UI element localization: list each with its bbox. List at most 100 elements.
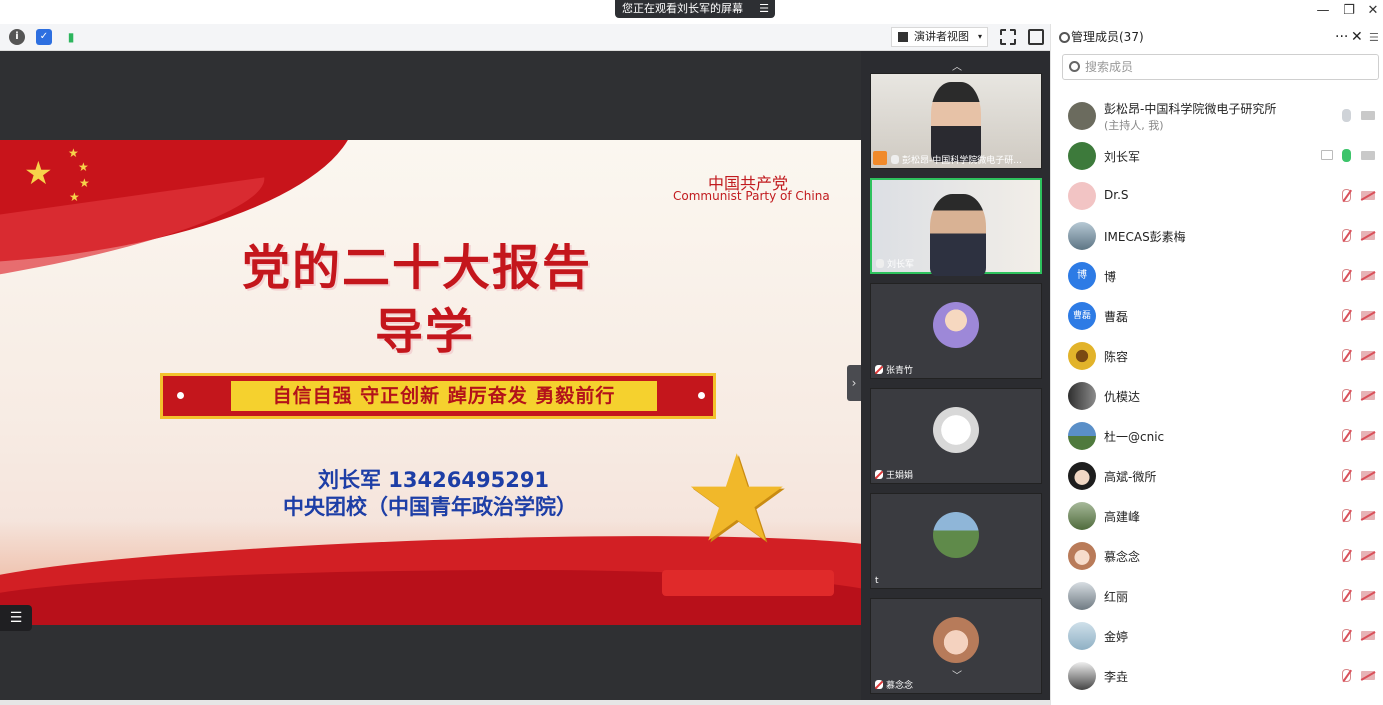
participants-panel: 管理成员(37) ··· ✕ ☰ 搜索成员 彭松昂-中国科学院微电子研究所 (主… bbox=[1050, 24, 1383, 705]
member-row[interactable]: 慕念念 bbox=[1051, 536, 1383, 576]
video-tile[interactable]: 彭松昂-中国科学院微电子研... bbox=[870, 73, 1042, 169]
mic-muted-icon[interactable] bbox=[1342, 629, 1351, 642]
member-row[interactable]: 高斌-微所 bbox=[1051, 456, 1383, 496]
avatar bbox=[1068, 102, 1096, 130]
member-row[interactable]: 金婷 bbox=[1051, 616, 1383, 656]
collapse-strip-button[interactable]: › bbox=[847, 365, 861, 401]
people-icon bbox=[1059, 32, 1070, 43]
restore-button[interactable]: ❐ bbox=[1339, 2, 1359, 20]
video-off-icon[interactable] bbox=[1361, 671, 1375, 680]
video-off-icon[interactable] bbox=[1361, 551, 1375, 560]
member-row[interactable]: Dr.S bbox=[1051, 176, 1383, 216]
video-off-icon[interactable] bbox=[1361, 431, 1375, 440]
signal-bars-icon[interactable]: ▮ bbox=[63, 29, 79, 45]
member-name: 曹磊 bbox=[1104, 310, 1129, 324]
participant-video bbox=[931, 82, 981, 162]
menu-lines-icon[interactable]: ☰ bbox=[759, 0, 769, 18]
member-row[interactable]: 红丽 bbox=[1051, 576, 1383, 616]
more-options-button[interactable]: ··· bbox=[1335, 24, 1348, 51]
video-icon[interactable] bbox=[1361, 111, 1375, 120]
sidebar-layout-icon[interactable] bbox=[1028, 29, 1044, 45]
tile-name: 张青竹 bbox=[875, 363, 913, 376]
member-name: 陈容 bbox=[1104, 350, 1129, 364]
video-off-icon[interactable] bbox=[1361, 391, 1375, 400]
tile-name: 刘长军 bbox=[876, 257, 914, 270]
member-name: 高建峰 bbox=[1104, 510, 1141, 524]
mic-muted-icon[interactable] bbox=[1342, 309, 1351, 322]
member-name: 博 bbox=[1104, 270, 1117, 284]
mic-muted-icon[interactable] bbox=[1342, 589, 1351, 602]
mic-active-icon[interactable] bbox=[1342, 149, 1351, 162]
mic-muted-icon[interactable] bbox=[1342, 429, 1351, 442]
mic-icon[interactable] bbox=[1342, 109, 1351, 122]
avatar bbox=[1068, 462, 1096, 490]
video-off-icon[interactable] bbox=[1361, 471, 1375, 480]
member-name: 高斌-微所 bbox=[1104, 470, 1157, 484]
member-row[interactable]: 李垚 bbox=[1051, 656, 1383, 696]
shield-icon[interactable]: ✓ bbox=[36, 29, 52, 45]
member-name: 慕念念 bbox=[1104, 550, 1141, 564]
mic-muted-icon[interactable] bbox=[1342, 229, 1351, 242]
member-row[interactable]: IMECAS彭素梅 bbox=[1051, 216, 1383, 256]
view-mode-label: 演讲者视图 bbox=[914, 30, 969, 43]
avatar bbox=[1068, 382, 1096, 410]
member-row[interactable]: 陈容 bbox=[1051, 336, 1383, 376]
list-icon[interactable]: ☰ bbox=[0, 605, 32, 631]
mic-muted-icon[interactable] bbox=[1342, 469, 1351, 482]
member-row[interactable]: 刘长军 bbox=[1051, 136, 1383, 176]
video-off-icon[interactable] bbox=[1361, 271, 1375, 280]
mic-muted-icon[interactable] bbox=[1342, 549, 1351, 562]
video-icon[interactable] bbox=[1361, 151, 1375, 160]
video-off-icon[interactable] bbox=[1361, 231, 1375, 240]
member-row[interactable]: 高建峰 bbox=[1051, 496, 1383, 536]
host-icon bbox=[873, 151, 887, 165]
motto-banner: 自信自强 守正创新 踔厉奋发 勇毅前行 bbox=[160, 373, 716, 419]
party-name-en: Communist Party of China bbox=[673, 189, 830, 203]
mic-muted-icon[interactable] bbox=[1342, 389, 1351, 402]
video-tile[interactable]: 张青竹 bbox=[870, 283, 1042, 379]
close-window-button[interactable]: ✕ bbox=[1363, 2, 1383, 20]
video-off-icon[interactable] bbox=[1361, 311, 1375, 320]
video-off-icon[interactable] bbox=[1361, 631, 1375, 640]
avatar: 曹磊 bbox=[1068, 302, 1096, 330]
star-icon: ★ bbox=[79, 176, 90, 190]
video-tile[interactable]: t bbox=[870, 493, 1042, 589]
speaker-school: 中央团校（中国青年政治学院） bbox=[283, 495, 577, 519]
member-row[interactable]: 曹磊 曹磊 bbox=[1051, 296, 1383, 336]
video-off-icon[interactable] bbox=[1361, 351, 1375, 360]
video-off-icon[interactable] bbox=[1361, 591, 1375, 600]
member-row[interactable]: 博 博 bbox=[1051, 256, 1383, 296]
avatar bbox=[933, 407, 979, 453]
side-menu-icon[interactable]: ☰ bbox=[1369, 24, 1379, 51]
banner-dot bbox=[177, 392, 184, 399]
member-name: IMECAS彭素梅 bbox=[1104, 230, 1186, 244]
mic-muted-icon[interactable] bbox=[1342, 189, 1351, 202]
minimize-button[interactable]: — bbox=[1313, 2, 1333, 20]
speaker-view-icon bbox=[898, 32, 908, 42]
video-off-icon[interactable] bbox=[1361, 191, 1375, 200]
scroll-down-icon[interactable]: ﹀ bbox=[927, 670, 987, 684]
view-mode-select[interactable]: 演讲者视图 ▾ bbox=[891, 27, 988, 47]
mic-muted-icon[interactable] bbox=[1342, 509, 1351, 522]
fullscreen-icon[interactable] bbox=[1000, 29, 1016, 45]
video-tile[interactable]: 王娟娟 bbox=[870, 388, 1042, 484]
member-search-input[interactable]: 搜索成员 bbox=[1062, 54, 1379, 80]
member-name: Dr.S bbox=[1104, 188, 1129, 202]
title-bar: 您正在观看刘长军的屏幕 ☰ — ❐ ✕ bbox=[0, 0, 1383, 24]
video-off-icon[interactable] bbox=[1361, 511, 1375, 520]
mic-muted-icon[interactable] bbox=[1342, 269, 1351, 282]
mic-muted-icon[interactable] bbox=[1342, 349, 1351, 362]
member-name: 仇模达 bbox=[1104, 390, 1141, 404]
screen-share-banner[interactable]: 您正在观看刘长军的屏幕 ☰ bbox=[615, 0, 775, 18]
close-panel-button[interactable]: ✕ bbox=[1351, 24, 1363, 51]
mic-muted-icon[interactable] bbox=[1342, 669, 1351, 682]
video-tile-active-speaker[interactable]: 刘长军 bbox=[870, 178, 1042, 276]
avatar bbox=[933, 617, 979, 663]
avatar bbox=[1068, 582, 1096, 610]
bottom-edge bbox=[0, 700, 1050, 705]
member-row[interactable]: 彭松昂-中国科学院微电子研究所 (主持人, 我) bbox=[1051, 96, 1383, 136]
avatar bbox=[933, 302, 979, 348]
member-row[interactable]: 仇模达 bbox=[1051, 376, 1383, 416]
member-row[interactable]: 杜一@cnic bbox=[1051, 416, 1383, 456]
info-icon[interactable]: i bbox=[9, 29, 25, 45]
